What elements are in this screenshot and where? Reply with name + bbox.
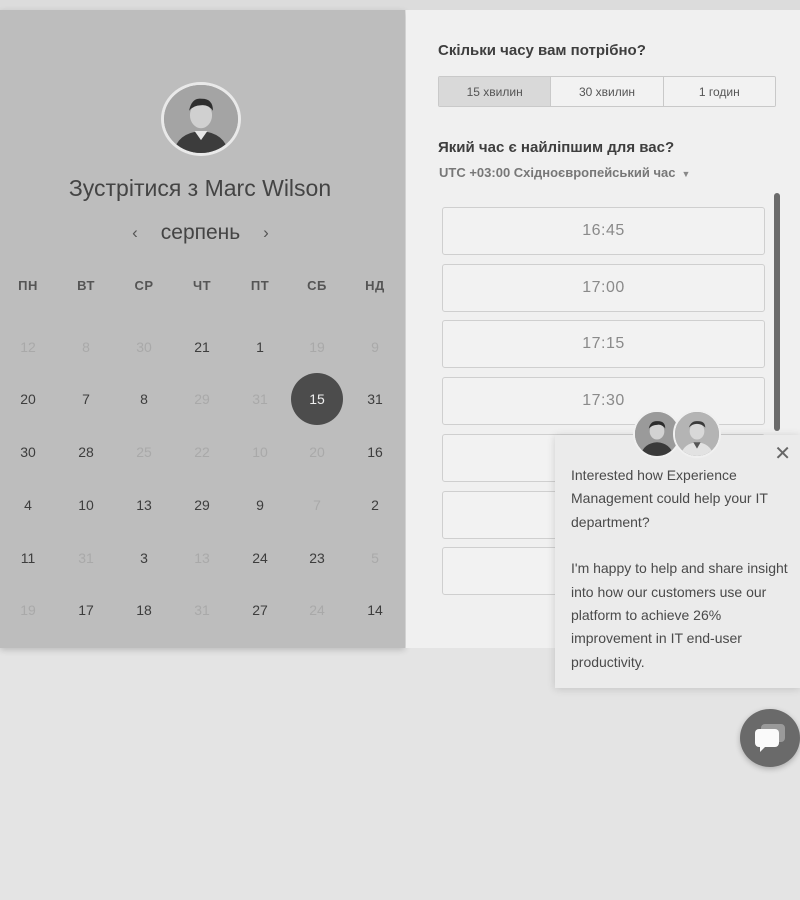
calendar-day-selected[interactable]: 15 (291, 373, 343, 425)
time-slot-button[interactable]: 17:30 (442, 377, 765, 426)
slot-list-scrollbar[interactable] (774, 193, 780, 431)
agent-avatar-2 (673, 410, 721, 458)
month-navigation: ‹ серпень › (128, 218, 273, 248)
calendar-day: 19 (20, 602, 36, 618)
time-slot-button[interactable]: 17:15 (442, 320, 765, 369)
current-month: серпень (160, 221, 241, 244)
calendar-grid: 12 8 30 21 1 19 9 20 7 8 29 31 15 31 30 28 25 22 10 20 16 4 10… (0, 310, 405, 640)
chat-message-paragraph-2: I'm happy to help and share insight into… (571, 560, 788, 670)
calendar-day: 13 (194, 550, 210, 566)
calendar-day: 20 (309, 444, 325, 460)
chat-launcher-button[interactable] (740, 709, 800, 767)
prev-month-icon[interactable]: ‹ (128, 223, 142, 243)
calendar-day[interactable]: 21 (182, 337, 222, 357)
caret-down-icon: ▼ (681, 169, 691, 179)
timezone-dropdown[interactable]: UTC +03:00 Східноєвропейський час ▼ (439, 165, 690, 180)
person-photo-icon (164, 85, 238, 153)
calendar-day[interactable]: 29 (182, 495, 222, 515)
calendar-day[interactable]: 4 (8, 495, 48, 515)
calendar-day: 29 (194, 391, 210, 407)
calendar-day[interactable]: 30 (8, 442, 48, 462)
meeting-title: Зустрітися з Marc Wilson (68, 175, 332, 201)
duration-option[interactable]: 15 хвилин (439, 77, 552, 106)
chat-popup: ✕ Interested how Experience Management c… (555, 435, 800, 688)
calendar-day: 31 (194, 602, 210, 618)
duration-option[interactable]: 30 хвилин (551, 77, 664, 106)
calendar-day[interactable]: 17 (66, 600, 106, 620)
calendar-day: 31 (78, 550, 94, 566)
calendar-day: 12 (20, 339, 36, 355)
calendar-day: 30 (136, 339, 152, 355)
duration-question: Скільки часу вам потрібно? (438, 42, 646, 59)
time-question: Який час є найліпшим для вас? (438, 139, 675, 156)
calendar-day[interactable]: 27 (240, 600, 280, 620)
calendar-day: 31 (252, 391, 268, 407)
chat-message: Interested how Experience Management cou… (571, 464, 791, 674)
next-month-icon[interactable]: › (259, 223, 273, 243)
weekday-label: ПТ (250, 278, 270, 293)
calendar-day[interactable]: 11 (8, 548, 48, 568)
weekday-label: НД (365, 278, 385, 293)
calendar-day[interactable]: 16 (355, 442, 395, 462)
calendar-day[interactable]: 7 (66, 389, 106, 409)
calendar-day[interactable]: 20 (8, 389, 48, 409)
calendar-day: 5 (371, 550, 379, 566)
chat-message-paragraph-1: Interested how Experience Management cou… (571, 467, 768, 530)
calendar-day: 19 (309, 339, 325, 355)
duration-selector: 15 хвилин 30 хвилин 1 годин (438, 76, 776, 107)
time-slot-button[interactable]: 16:45 (442, 207, 765, 255)
calendar-day: 24 (309, 602, 325, 618)
calendar-day[interactable]: 23 (297, 548, 337, 568)
calendar-day[interactable]: 3 (124, 548, 164, 568)
weekday-header: ПН ВТ СР ЧТ ПТ СБ НД (0, 278, 405, 298)
calendar-day[interactable]: 31 (355, 389, 395, 409)
weekday-label: ВТ (77, 278, 95, 293)
calendar-day[interactable]: 13 (124, 495, 164, 515)
weekday-label: СР (134, 278, 154, 293)
time-slot-button[interactable]: 17:00 (442, 263, 765, 312)
calendar-day[interactable]: 9 (240, 495, 280, 515)
calendar-day: 8 (82, 339, 90, 355)
chat-bubble-icon (755, 724, 785, 752)
calendar-day: 10 (252, 444, 268, 460)
calendar-day[interactable]: 28 (66, 442, 106, 462)
duration-option[interactable]: 1 годин (663, 77, 775, 106)
calendar-day: 22 (194, 444, 210, 460)
calendar-day: 25 (136, 444, 152, 460)
calendar-day[interactable]: 10 (66, 495, 106, 515)
calendar-day[interactable]: 2 (355, 495, 395, 515)
top-strip (0, 0, 800, 10)
calendar-panel: Зустрітися з Marc Wilson ‹ серпень › ПН В… (0, 10, 405, 648)
calendar-day[interactable]: 14 (355, 600, 395, 620)
timezone-label: UTC +03:00 Східноєвропейський час (439, 165, 676, 180)
calendar-day: 7 (313, 497, 321, 513)
calendar-day[interactable]: 1 (240, 337, 280, 357)
person-photo-icon (675, 412, 719, 456)
weekday-label: ПН (18, 278, 38, 293)
weekday-label: СБ (307, 278, 327, 293)
calendar-day[interactable]: 18 (124, 600, 164, 620)
host-avatar (161, 82, 241, 156)
calendar-day[interactable]: 8 (124, 389, 164, 409)
calendar-day[interactable]: 24 (240, 548, 280, 568)
weekday-label: ЧТ (192, 278, 212, 293)
close-icon[interactable]: ✕ (774, 444, 791, 464)
calendar-day: 9 (371, 339, 379, 355)
